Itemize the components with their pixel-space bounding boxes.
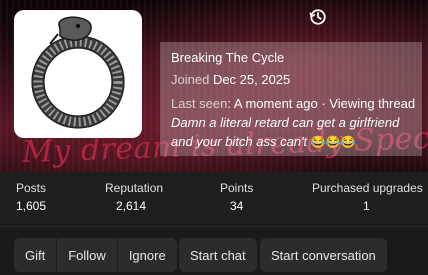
start-conversation-button[interactable]: Start conversation	[260, 238, 387, 272]
stat-label: Purchased upgrades	[312, 181, 423, 195]
member-actions-group: Gift Follow Ignore	[14, 238, 177, 272]
history-icon[interactable]	[309, 8, 327, 26]
last-seen-label: Last seen	[171, 96, 228, 111]
ouroboros-snake-icon	[31, 16, 125, 129]
stat-value: 1,605	[16, 199, 47, 213]
stat-label: Reputation	[105, 181, 164, 195]
profile-stats: Posts 1,605 Reputation 2,614 Points 34 P…	[0, 172, 428, 224]
stat-value: 1	[363, 199, 370, 213]
stat-label: Points	[220, 181, 254, 195]
section-divider	[0, 226, 428, 227]
avatar[interactable]	[14, 10, 142, 138]
joined-row: Joined Dec 25, 2025	[171, 72, 290, 87]
start-chat-button[interactable]: Start chat	[179, 238, 257, 272]
ignore-button[interactable]: Ignore	[116, 238, 177, 272]
stat-value: 2,614	[116, 199, 147, 213]
follow-button[interactable]: Follow	[56, 238, 117, 272]
stat-posts[interactable]: Posts 1,605	[16, 181, 46, 213]
stat-value: 34	[230, 199, 244, 213]
stat-purchased-upgrades[interactable]: Purchased upgrades 1	[312, 181, 423, 213]
profile-username: Breaking The Cycle	[171, 50, 285, 65]
joined-label: Joined	[171, 72, 210, 87]
last-seen-row: Last seen: A moment ago · Viewing thread…	[171, 96, 416, 149]
stat-points[interactable]: Points 34	[220, 181, 253, 213]
stat-reputation[interactable]: Reputation 2,614	[105, 181, 163, 213]
viewing-thread-link[interactable]: Damn a literal retard can get a girlfrie…	[171, 115, 399, 149]
stat-label: Posts	[16, 181, 47, 195]
thread-emoji: 😂😂😂	[310, 135, 356, 149]
last-seen-value[interactable]: A moment ago	[234, 96, 318, 111]
joined-date[interactable]: Dec 25, 2025	[213, 72, 290, 87]
gift-button[interactable]: Gift	[14, 238, 57, 272]
activity-prefix: · Viewing thread	[321, 96, 416, 111]
